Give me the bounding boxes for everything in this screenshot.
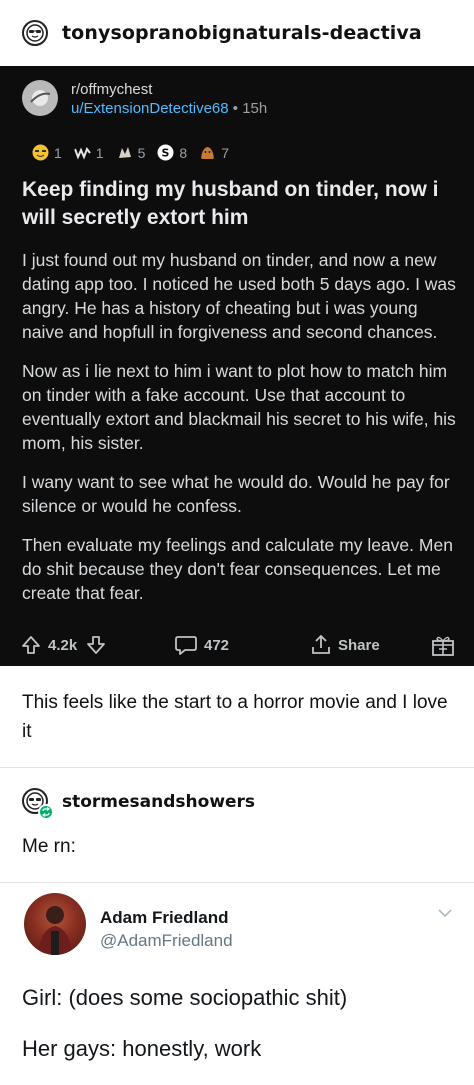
person-photo-icon bbox=[38, 906, 72, 955]
award-count: 8 bbox=[179, 144, 188, 161]
tweet-header: Adam Friedland @AdamFriedland bbox=[24, 893, 233, 955]
op-header: tonysopranobignaturals-deactiva bbox=[0, 0, 474, 66]
gift-box-icon bbox=[432, 636, 454, 656]
tweet-avatar[interactable] bbox=[24, 893, 86, 955]
share-label: Share bbox=[338, 636, 380, 654]
gold-face-award-icon bbox=[32, 144, 49, 161]
tweet-handle[interactable]: @AdamFriedland bbox=[100, 929, 233, 952]
subreddit-name[interactable]: r/offmychest bbox=[71, 80, 267, 99]
upvote-arrow-icon[interactable] bbox=[20, 634, 42, 656]
reblogger-username[interactable]: stormesandshowers bbox=[62, 792, 255, 812]
awards-row[interactable]: 1 1 5 S 8 7 bbox=[32, 144, 241, 161]
share-button[interactable]: Share bbox=[310, 630, 380, 660]
post-paragraph: I just found out my husband on tinder, a… bbox=[22, 250, 456, 342]
vote-group: 4.2k bbox=[20, 630, 107, 660]
comments-button[interactable]: 472 bbox=[174, 630, 229, 660]
upvote-count: 4.2k bbox=[48, 636, 78, 654]
chevron-down-icon[interactable] bbox=[437, 908, 453, 918]
reddit-username[interactable]: u/ExtensionDetective68 bbox=[71, 100, 229, 117]
reblogger-header: stormesandshowers bbox=[22, 788, 255, 820]
reblog-badge bbox=[38, 804, 54, 820]
comment-count: 472 bbox=[204, 636, 230, 654]
reblog-comment: This feels like the start to a horror mo… bbox=[22, 692, 448, 742]
subreddit-avatar[interactable] bbox=[22, 80, 58, 116]
tweet-display-name[interactable]: Adam Friedland bbox=[100, 906, 233, 929]
award-button[interactable] bbox=[430, 630, 456, 660]
wholesome-award-icon bbox=[73, 146, 91, 160]
award-count: 7 bbox=[221, 144, 229, 161]
planet-icon bbox=[30, 90, 51, 106]
divider bbox=[0, 767, 474, 768]
brown-creature-award-icon bbox=[201, 147, 215, 159]
post-actions-bar: 4.2k 472 Share bbox=[20, 630, 460, 660]
share-upload-icon bbox=[312, 634, 330, 654]
sunglasses-face-icon bbox=[26, 24, 44, 42]
award-count: 1 bbox=[54, 144, 62, 161]
svg-text:S: S bbox=[162, 147, 170, 160]
award-item: 7 bbox=[199, 144, 229, 161]
post-paragraph: Now as i lie next to him i want to plot … bbox=[22, 361, 456, 453]
tweet-text-line: Her gays: honestly, work bbox=[22, 1036, 262, 1061]
reblogger-comment: Me rn: bbox=[22, 836, 76, 857]
op-avatar[interactable] bbox=[22, 20, 48, 46]
post-body: I just found out my husband on tinder, a… bbox=[22, 248, 462, 620]
post-paragraph: Then evaluate my feelings and calculate … bbox=[22, 535, 453, 603]
hands-award-icon bbox=[118, 147, 131, 158]
award-item: 1 bbox=[32, 144, 62, 161]
op-username[interactable]: tonysopranobignaturals-deactiva bbox=[62, 22, 422, 44]
comment-bubble-icon bbox=[175, 636, 197, 655]
award-item: 1 bbox=[73, 144, 104, 161]
post-age: 15h bbox=[242, 100, 268, 117]
award-item: 5 bbox=[116, 144, 146, 161]
post-title[interactable]: Keep finding my husband on tinder, now i… bbox=[22, 176, 452, 232]
meta-separator: • bbox=[232, 100, 239, 117]
award-count: 5 bbox=[137, 144, 146, 161]
reddit-post-screenshot: r/offmychest u/ExtensionDetective68 • 15… bbox=[0, 66, 474, 666]
post-paragraph: I wany want to see what he would do. Wou… bbox=[22, 472, 450, 516]
downvote-arrow-icon[interactable] bbox=[85, 634, 107, 656]
tweet-text-line: Girl: (does some sociopathic shit) bbox=[22, 985, 348, 1010]
subreddit-row: r/offmychest u/ExtensionDetective68 • 15… bbox=[22, 80, 267, 118]
silver-s-award-icon: S bbox=[157, 144, 174, 161]
award-item: S 8 bbox=[157, 144, 187, 161]
reblog-arrows-icon bbox=[42, 807, 50, 817]
award-count: 1 bbox=[95, 144, 104, 161]
divider bbox=[0, 882, 474, 883]
